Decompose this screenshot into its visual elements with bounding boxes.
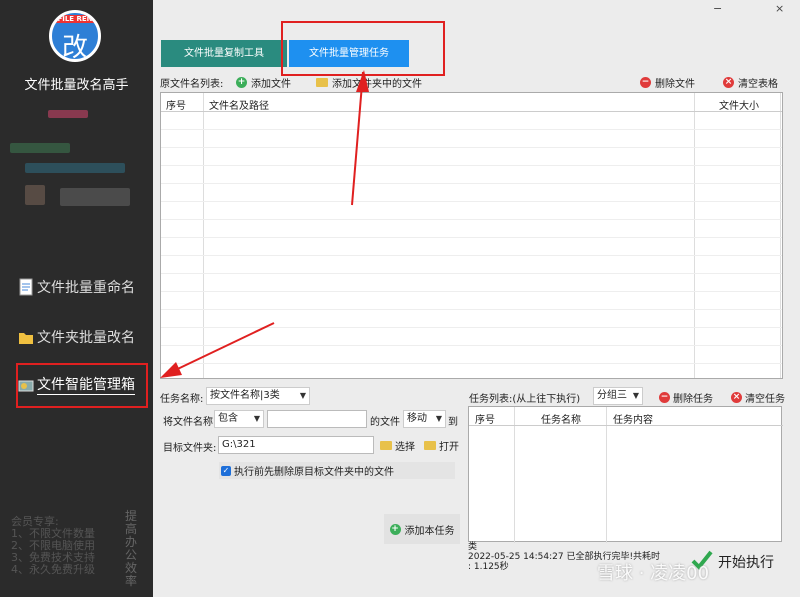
- annotation-arrows: [160, 70, 369, 378]
